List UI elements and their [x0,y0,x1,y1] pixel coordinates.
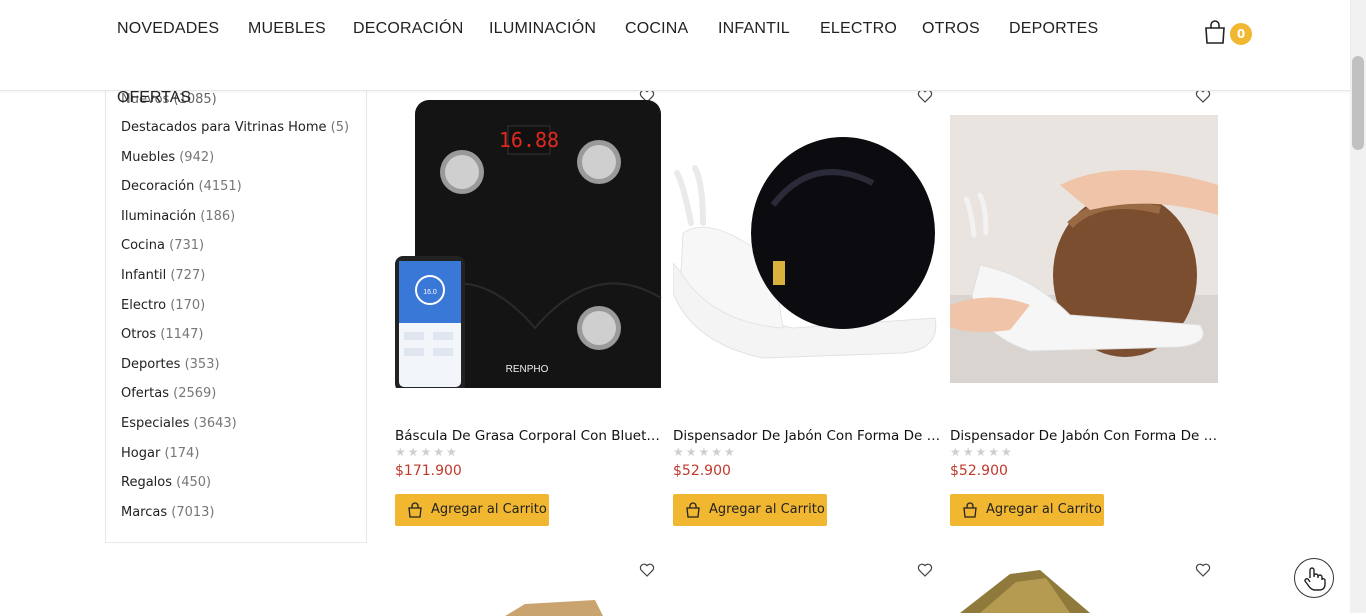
heart-outline-icon[interactable] [639,562,655,578]
category-count: (353) [184,356,220,372]
category-count: (1147) [160,327,204,343]
category-label: Infantil [121,268,167,283]
nav-item-decoracion[interactable]: DECORACIÓN [353,20,463,38]
category-label: Decoración [121,179,195,195]
phone-reading: 16.0 [423,289,437,296]
category-label: Regalos [121,475,173,491]
category-label: Deportes [121,356,181,372]
category-item[interactable]: Deportes (353) [121,357,220,372]
shopping-bag-icon [963,502,977,518]
rating-stars: ★★★★★ [950,445,1014,459]
product-title[interactable]: Dispensador De Jabón Con Forma De Caraco… [950,428,1218,444]
heart-outline-icon[interactable] [917,562,933,578]
category-item[interactable]: Destacados para Vitrinas Home (5) [121,120,349,135]
product-price: $171.900 [395,463,462,479]
add-to-cart-label: Agregar al Carrito [431,502,547,517]
category-label: Cocina [121,238,165,254]
shopping-bag-icon [686,502,700,518]
category-count: (450) [176,475,212,491]
category-count: (4151) [198,179,242,195]
category-item[interactable]: Infantil (727) [121,268,205,283]
nav-item-otros[interactable]: OTROS [922,20,980,38]
rating-stars: ★★★★★ [673,445,737,459]
product-image-snail-black[interactable] [673,113,941,403]
category-count: (727) [170,268,206,283]
category-label: Marcas [121,504,168,520]
category-label: Electro [121,297,167,313]
category-item[interactable]: Ofertas (2569) [121,386,216,401]
add-to-cart-label: Agregar al Carrito [986,502,1102,517]
category-count: (731) [169,238,205,254]
shopping-bag-icon [408,502,422,518]
category-label: Ofertas [121,386,169,402]
hand-pointer-icon [1304,567,1326,591]
category-count: (174) [164,445,200,461]
category-item[interactable]: Electro (170) [121,298,205,313]
category-item[interactable]: Hogar (174) [121,446,199,461]
category-count: (7013) [171,504,215,520]
category-count: (942) [179,149,215,165]
category-item[interactable]: Decoración (4151) [121,179,242,194]
nav-item-infantil[interactable]: INFANTIL [718,20,790,38]
category-count: (186) [200,208,236,224]
category-count: (2569) [173,386,217,402]
category-item[interactable]: Especiales (3643) [121,416,237,431]
nav-item-electro[interactable]: ELECTRO [820,20,897,38]
product-title[interactable]: Báscula De Grasa Corporal Con Bluetooth [395,428,663,444]
category-item[interactable]: Marcas (7013) [121,505,215,520]
category-label: Destacados para Vitrinas Home [121,120,327,135]
category-item[interactable]: Otros (1147) [121,327,204,342]
category-sidebar: Nuevos (1085) Destacados para Vitrinas H… [105,91,367,543]
shopping-bag-icon [1205,20,1225,44]
cart-count-badge: 0 [1230,23,1252,45]
category-item[interactable]: Regalos (450) [121,475,211,490]
category-label: Iluminación [121,208,197,224]
nav-item-ofertas[interactable]: OFERTAS [117,89,191,107]
category-item[interactable]: Muebles (942) [121,150,214,165]
accessibility-button[interactable] [1294,558,1334,598]
product-image-wood-tray[interactable] [495,596,605,616]
nav-item-muebles[interactable]: MUEBLES [248,20,326,38]
add-to-cart-label: Agregar al Carrito [709,502,825,517]
cart-button[interactable]: 0 [1203,19,1253,45]
category-item[interactable]: Cocina (731) [121,238,204,253]
scale-brand: RENPHO [506,364,549,375]
add-to-cart-button[interactable]: Agregar al Carrito [673,494,827,526]
product-image-snail-brown[interactable] [950,115,1218,383]
rating-stars: ★★★★★ [395,445,459,459]
category-label: Hogar [121,445,161,461]
heart-outline-icon[interactable] [1195,562,1211,578]
add-to-cart-button[interactable]: Agregar al Carrito [395,494,549,526]
nav-item-novedades[interactable]: NOVEDADES [117,20,219,38]
category-label: Otros [121,327,157,343]
nav-item-iluminacion[interactable]: ILUMINACIÓN [489,20,596,38]
product-price: $52.900 [950,463,1008,479]
category-item[interactable]: Iluminación (186) [121,209,235,224]
category-label: Muebles [121,149,176,165]
category-count: (3643) [193,416,237,431]
product-image-gold-box[interactable] [960,570,1090,613]
scrollbar-thumb[interactable] [1352,56,1364,150]
product-image-scale[interactable]: 16.88 RENPHO 16.0 [395,98,663,388]
category-count: (170) [170,297,206,313]
scale-display: 16.88 [499,128,559,152]
add-to-cart-button[interactable]: Agregar al Carrito [950,494,1104,526]
nav-item-cocina[interactable]: COCINA [625,20,688,38]
site-header: NOVEDADES MUEBLES DECORACIÓN ILUMINACIÓN… [0,0,1350,91]
category-count: (5) [330,120,350,135]
nav-item-deportes[interactable]: DEPORTES [1009,20,1098,38]
product-price: $52.900 [673,463,731,479]
category-label: Especiales [121,416,190,431]
product-title[interactable]: Dispensador De Jabón Con Forma De Caraco… [673,428,941,444]
